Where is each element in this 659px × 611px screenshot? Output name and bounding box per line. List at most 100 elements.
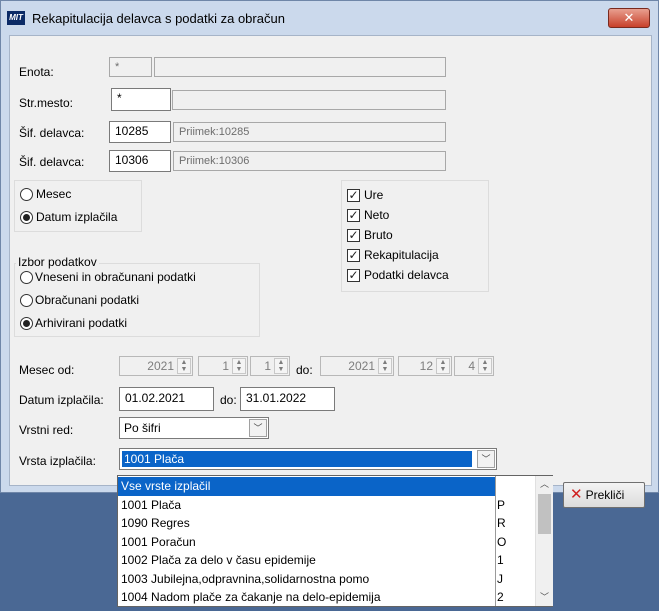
dialog-window: MIT Rekapitulacija delavca s podatki za … — [0, 0, 659, 508]
radio-vneseni-obracunani[interactable] — [20, 271, 33, 284]
list-item[interactable]: 1004 Nadom plače za čakanje na delo-epid… — [118, 588, 504, 607]
list-item-name: 1001 Poračun — [121, 535, 196, 549]
vrsta-izplacila-value: 1001 Plača — [122, 451, 472, 467]
cancel-x-icon: ✕ — [570, 486, 583, 503]
strmesto-input[interactable]: * — [111, 88, 171, 111]
radio-mesec[interactable] — [20, 188, 33, 201]
mesec-do-year-spinner[interactable]: 2021 ▲ ▼ — [320, 356, 394, 376]
strmesto-name-field — [172, 90, 446, 110]
check-rekapitulacija[interactable]: ✓ — [347, 249, 360, 262]
spin-arrows-icon[interactable]: ▲ ▼ — [478, 358, 492, 374]
list-item-name: Vse vrste izplačil — [121, 479, 211, 493]
window-title: Rekapitulacija delavca s podatki za obra… — [32, 11, 285, 26]
list-item[interactable]: Vse vrste izplačil — [118, 477, 495, 496]
sif-delavca-label-1: Šif. delavca: — [19, 126, 85, 140]
check-podatki-delavca-label: Podatki delavca — [364, 268, 449, 282]
radio-obracunani[interactable] — [20, 294, 33, 307]
list-item[interactable]: 1001 Plača P — [118, 496, 505, 515]
sif-delavca-name-1: Priimek:10285 — [173, 122, 446, 142]
sif-delavca-input-1[interactable]: 10285 — [109, 121, 171, 143]
scroll-up-icon[interactable]: ︿ — [536, 476, 553, 493]
izbor-podatkov-title: Izbor podatkov — [16, 255, 99, 269]
check-bruto-label: Bruto — [364, 228, 393, 242]
check-neto-label: Neto — [364, 208, 390, 222]
check-rekapitulacija-label: Rekapitulacija — [364, 248, 439, 262]
strmesto-label: Str.mesto: — [19, 96, 74, 110]
list-item-name: 1003 Jubilejna,odpravnina,solidarnostna … — [121, 572, 370, 586]
check-ure[interactable]: ✓ — [347, 189, 360, 202]
vrsta-izplacila-select[interactable]: 1001 Plača ﹀ — [119, 448, 497, 470]
check-podatki-delavca[interactable]: ✓ — [347, 269, 360, 282]
radio-mesec-label: Mesec — [36, 187, 72, 201]
list-item[interactable]: 1001 Poračun O — [118, 533, 506, 552]
radio-datum-izplacila-label: Datum izplačila — [36, 210, 118, 224]
vrstni-red-label: Vrstni red: — [19, 423, 74, 437]
dropdown-scrollbar[interactable]: ︿ ﹀ — [535, 476, 553, 606]
datum-do-input[interactable]: 31.01.2022 — [240, 387, 335, 411]
scroll-down-icon[interactable]: ﹀ — [536, 589, 553, 606]
list-item-name: 1004 Nadom plače za čakanje na delo-epid… — [121, 590, 381, 604]
mesec-do-month-value: 12 — [419, 359, 433, 373]
cancel-button[interactable]: ✕ Prekliči — [563, 482, 645, 508]
mesec-do-part-value: 4 — [468, 359, 475, 373]
mesec-od-year-spinner[interactable]: 2021 ▲ ▼ — [119, 356, 193, 376]
title-bar[interactable]: MIT Rekapitulacija delavca s podatki za … — [1, 1, 658, 35]
radio-obracunani-label: Obračunani podatki — [35, 293, 140, 307]
radio-datum-izplacila[interactable] — [20, 211, 33, 224]
vrsta-izplacila-dropdown-list[interactable]: Vse vrste izplačil 1001 Plača P 1090 Reg… — [117, 475, 553, 607]
chevron-down-icon[interactable]: ﹀ — [249, 419, 267, 437]
close-icon: ✕ — [623, 10, 635, 25]
app-logo-icon: MIT — [7, 11, 25, 25]
spin-arrows-icon[interactable]: ▲ ▼ — [436, 358, 450, 374]
mesec-do-year-value: 2021 — [348, 359, 375, 373]
column-separator — [495, 476, 496, 606]
mesec-od-year-value: 2021 — [147, 359, 174, 373]
list-item-name: 1001 Plača — [121, 498, 182, 512]
spin-arrows-icon[interactable]: ▲ ▼ — [378, 358, 392, 374]
close-button[interactable]: ✕ — [608, 8, 650, 28]
list-item-name: 1002 Plača za delo v času epidemije — [121, 553, 316, 567]
mesec-od-month-spinner[interactable]: 1 ▲ ▼ — [198, 356, 248, 376]
list-item-name: 1090 Regres — [121, 516, 190, 530]
check-bruto[interactable]: ✓ — [347, 229, 360, 242]
vrstni-red-value: Po šifri — [124, 421, 161, 435]
scroll-thumb[interactable] — [538, 494, 551, 534]
mesec-od-part-spinner[interactable]: 1 ▲ ▼ — [250, 356, 290, 376]
spin-arrows-icon[interactable]: ▲ ▼ — [177, 358, 191, 374]
radio-arhivirani[interactable] — [20, 317, 33, 330]
dialog-client-area: Enota: * Str.mesto: * Šif. delavca: 1028… — [9, 35, 652, 508]
list-item-code: P — [497, 498, 506, 512]
list-item-code: O — [497, 535, 507, 549]
datum-do-label: do: — [220, 393, 237, 407]
radio-vneseni-obracunani-label: Vneseni in obračunani podatki — [35, 270, 196, 284]
vrstni-red-select[interactable]: Po šifri ﹀ — [119, 417, 269, 439]
list-item[interactable]: 1003 Jubilejna,odpravnina,solidarnostna … — [118, 570, 503, 589]
mesec-do-part-spinner[interactable]: 4 ▲ ▼ — [454, 356, 494, 376]
spin-arrows-icon[interactable]: ▲ ▼ — [274, 358, 288, 374]
datum-od-input[interactable]: 01.02.2021 — [119, 387, 214, 411]
radio-arhivirani-label: Arhivirani podatki — [35, 316, 128, 330]
mesec-od-label: Mesec od: — [19, 363, 75, 377]
mesec-do-label: do: — [296, 363, 313, 377]
mesec-od-month-value: 1 — [222, 359, 229, 373]
enota-input[interactable]: * — [109, 57, 152, 77]
list-item-code: 2 — [497, 590, 504, 604]
enota-name-field — [154, 57, 446, 77]
period-group — [14, 180, 142, 232]
list-item[interactable]: 1002 Plača za delo v času epidemije 1 — [118, 551, 504, 570]
spin-arrows-icon[interactable]: ▲ ▼ — [232, 358, 246, 374]
list-item[interactable]: 1090 Regres R — [118, 514, 506, 533]
list-item-code: R — [497, 516, 506, 530]
chevron-down-icon[interactable]: ﹀ — [477, 450, 495, 468]
enota-label: Enota: — [19, 65, 54, 79]
list-item-code: J — [497, 572, 503, 586]
sif-delavca-name-2: Priimek:10306 — [173, 151, 446, 171]
cancel-button-label: Prekliči — [585, 488, 625, 502]
check-neto[interactable]: ✓ — [347, 209, 360, 222]
sif-delavca-label-2: Šif. delavca: — [19, 155, 85, 169]
mesec-od-part-value: 1 — [264, 359, 271, 373]
check-ure-label: Ure — [364, 188, 384, 202]
sif-delavca-input-2[interactable]: 10306 — [109, 150, 171, 172]
mesec-do-month-spinner[interactable]: 12 ▲ ▼ — [398, 356, 452, 376]
list-item-code: 1 — [497, 553, 504, 567]
